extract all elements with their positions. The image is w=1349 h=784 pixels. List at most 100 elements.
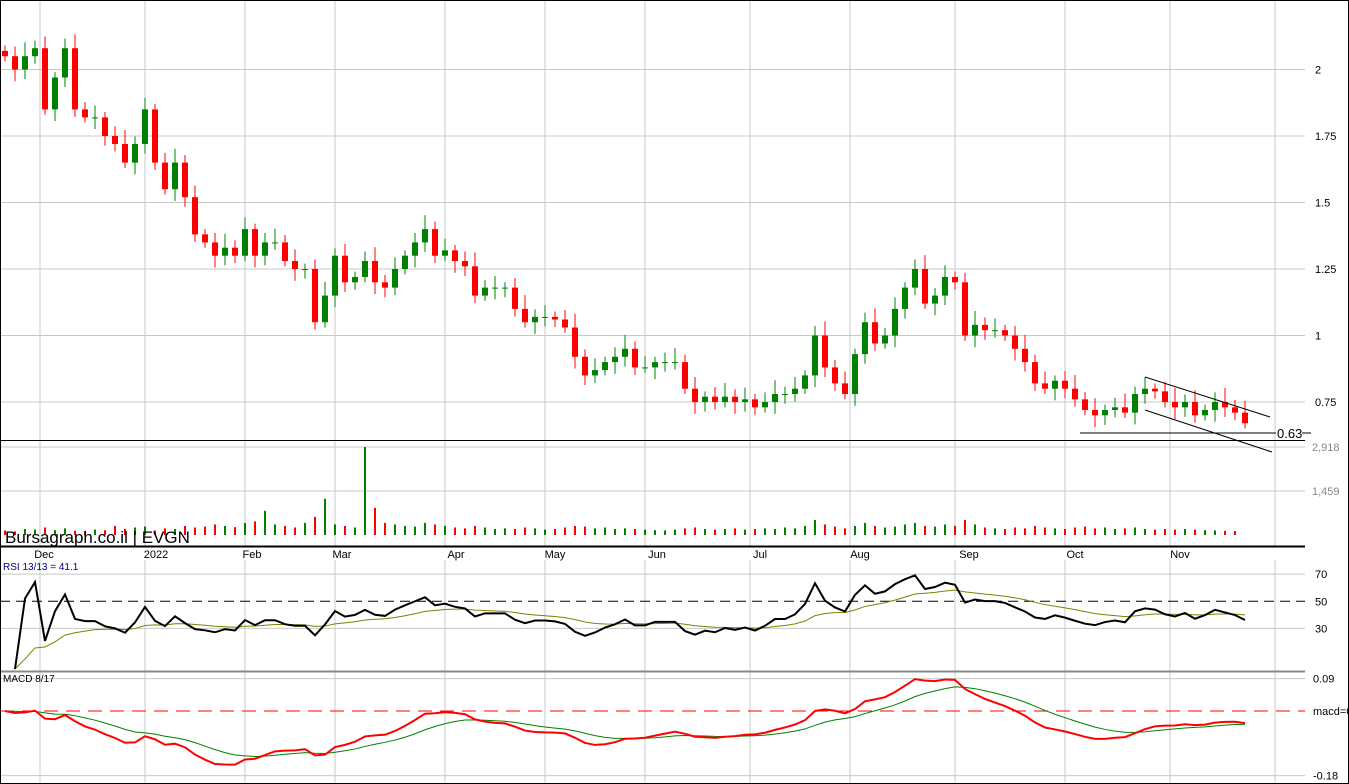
rsi-tick-label: 70	[1315, 569, 1327, 581]
candle-body	[602, 362, 608, 371]
macd-panel	[4, 678, 1246, 766]
macd-line	[4, 678, 1246, 766]
candle-body	[932, 295, 938, 304]
candle-body	[922, 269, 928, 304]
candle-body	[1192, 402, 1198, 416]
candle-body	[362, 261, 368, 277]
candle-body	[832, 367, 838, 384]
candle-body	[212, 242, 218, 256]
candle-body	[1102, 409, 1108, 416]
candle-body	[522, 308, 528, 323]
candle-body	[222, 247, 228, 256]
candle-body	[352, 276, 358, 283]
candle-body	[1052, 380, 1058, 389]
candle-body	[1182, 402, 1188, 408]
candle-body	[882, 335, 888, 344]
candle-body	[232, 247, 238, 256]
candle-body	[72, 48, 78, 110]
candle-body	[1122, 407, 1128, 413]
price-tick-label: 1.25	[1315, 264, 1336, 276]
candle-body	[742, 399, 748, 402]
candle-body	[102, 117, 108, 136]
watermark: Bursagraph.co.il | EVGN	[5, 528, 190, 547]
month-label: Apr	[447, 549, 464, 561]
candle-body	[122, 143, 128, 163]
month-label: Oct	[1066, 549, 1083, 561]
candle-body	[682, 362, 688, 389]
candle-body	[782, 394, 788, 396]
candle-body	[592, 370, 598, 376]
candle-body	[852, 354, 858, 395]
candle-body	[412, 242, 418, 256]
candle-body	[32, 48, 38, 57]
candle-body	[62, 48, 68, 78]
channel-lower-line	[1144, 409, 1273, 453]
candle-body	[952, 276, 958, 283]
rsi-line	[14, 574, 1246, 670]
price-tick-label: 1.5	[1315, 198, 1330, 210]
candle-body	[862, 322, 868, 355]
candle-body	[752, 399, 758, 408]
candle-body	[172, 162, 178, 190]
candle-body	[322, 295, 328, 323]
candle-body	[622, 348, 628, 357]
candle-body	[22, 56, 28, 70]
axis-labels: 2 1.75 1.5 1.25 1 0.75 2,918 1,459 Dec 2022 Feb Mar…	[34, 65, 1349, 783]
candle-body	[242, 229, 248, 256]
candle-body	[292, 261, 298, 269]
candle-body	[1132, 394, 1138, 413]
candle-body	[1082, 399, 1088, 410]
candle-body	[272, 242, 278, 244]
candle-body	[302, 269, 308, 270]
month-label: Sep	[959, 549, 979, 561]
price-tick-label: 1.75	[1315, 131, 1336, 143]
candle-body	[612, 356, 618, 363]
macd-tick-label: macd=0	[1313, 706, 1349, 718]
candle-body	[1212, 402, 1218, 410]
candle-body	[822, 335, 828, 368]
candle-body	[1162, 391, 1168, 402]
candle-body	[1202, 409, 1208, 416]
candle-body	[1242, 412, 1248, 424]
candle-body	[12, 56, 18, 70]
price-tick-label: 0.75	[1315, 397, 1336, 409]
candle-body	[672, 362, 678, 364]
macd-tick-label: -0.18	[1313, 771, 1338, 783]
candle-body	[842, 383, 848, 395]
candle-body	[702, 396, 708, 402]
candle-body	[532, 316, 538, 323]
candle-body	[82, 109, 88, 118]
month-label: Nov	[1170, 549, 1190, 561]
candle-body	[652, 362, 658, 368]
candle-body	[2, 50, 8, 57]
support-label: 0.63	[1277, 426, 1302, 441]
volume-tick-label: 2,918	[1312, 442, 1340, 454]
candle-body	[472, 266, 478, 296]
candle-body	[632, 348, 638, 368]
candle-body	[732, 396, 738, 402]
candle-body	[262, 242, 268, 256]
candle-body	[1012, 335, 1018, 349]
month-label: Feb	[243, 549, 262, 561]
month-label: May	[545, 549, 566, 561]
rsi-tick-label: 30	[1315, 623, 1327, 635]
candle-body	[712, 396, 718, 402]
macd-label: MACD 8/17	[3, 674, 55, 685]
candle-body	[192, 197, 198, 235]
stock-chart: 0.63 Bursagraph.co.il | EVGN RSI 13/13 =…	[0, 0, 1349, 784]
candle-body	[112, 136, 118, 144]
candle-body	[692, 388, 698, 402]
candle-body	[382, 282, 388, 288]
candle-body	[332, 255, 338, 296]
candle-body	[432, 229, 438, 256]
rsi-panel	[14, 574, 1246, 670]
month-label: 2022	[144, 549, 168, 561]
candle-body	[342, 255, 348, 283]
candle-body	[372, 261, 378, 283]
candle-body	[572, 327, 578, 357]
candle-body	[392, 269, 398, 288]
candle-body	[892, 308, 898, 336]
candle-body	[1002, 330, 1008, 336]
candle-body	[912, 269, 918, 288]
candle-body	[962, 282, 968, 336]
